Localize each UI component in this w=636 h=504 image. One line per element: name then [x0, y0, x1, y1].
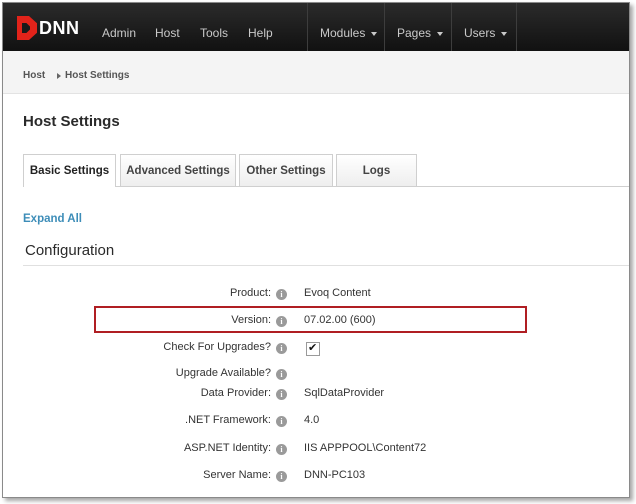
nav-users[interactable]: Users [464, 3, 508, 51]
nav-pages-label: Pages [397, 26, 432, 40]
server-name-label: Server Name: [203, 469, 271, 481]
nav-divider [516, 3, 517, 51]
server-name-value: DNN-PC103 [304, 469, 366, 481]
data-provider-value: SqlDataProvider [304, 387, 385, 399]
nav-modules-label: Modules [320, 26, 366, 40]
nav-pages[interactable]: Pages [397, 3, 444, 51]
tab-basic-settings[interactable]: Basic Settings [23, 154, 116, 187]
nav-help[interactable]: Help [248, 3, 273, 51]
check-for-upgrades-checkbox[interactable]: ✔ [306, 342, 320, 356]
chevron-right-icon [57, 73, 61, 79]
version-label: Version: [231, 314, 271, 326]
top-navbar: DNN Admin Host Tools Help Modules Pages … [3, 3, 629, 51]
dotnet-framework-value: 4.0 [304, 414, 320, 426]
dotnet-framework-label: .NET Framework: [185, 414, 271, 426]
section-title-configuration[interactable]: Configuration [25, 242, 114, 259]
upgrade-available-label: Upgrade Available? [175, 367, 271, 379]
info-icon[interactable]: i [276, 289, 287, 300]
nav-admin[interactable]: Admin [102, 3, 136, 51]
info-icon[interactable]: i [276, 389, 287, 400]
nav-divider [307, 3, 308, 51]
data-provider-label: Data Provider: [200, 387, 271, 399]
breadcrumb-host-link[interactable]: Host [23, 70, 45, 81]
tab-logs[interactable]: Logs [336, 154, 417, 186]
page-title: Host Settings [23, 113, 120, 130]
nav-tools[interactable]: Tools [200, 3, 228, 51]
section-divider [23, 265, 629, 266]
chevron-down-icon [371, 31, 378, 36]
nav-divider [451, 3, 452, 51]
info-icon[interactable]: i [276, 369, 287, 380]
dnn-logo-mark-icon [17, 16, 37, 40]
info-icon[interactable]: i [276, 444, 287, 455]
nav-users-label: Users [464, 26, 496, 40]
info-icon[interactable]: i [276, 343, 287, 354]
breadcrumb-current: Host Settings [65, 70, 130, 81]
info-icon[interactable]: i [276, 316, 287, 327]
info-icon[interactable]: i [276, 471, 287, 482]
dnn-window: DNN Admin Host Tools Help Modules Pages … [2, 2, 630, 498]
dnn-logo[interactable]: DNN [17, 14, 80, 42]
aspnet-identity-value: IIS APPPOOL\Content72 [304, 442, 427, 454]
dnn-logo-text: DNN [39, 18, 80, 38]
product-label: Product: [230, 287, 271, 299]
check-for-upgrades-label: Check For Upgrades? [163, 341, 271, 353]
breadcrumb: Host Host Settings [3, 51, 629, 94]
info-icon[interactable]: i [276, 416, 287, 427]
version-value: 07.02.00 (600) [304, 314, 376, 326]
nav-host[interactable]: Host [155, 3, 180, 51]
tab-other-settings[interactable]: Other Settings [239, 154, 333, 186]
nav-divider [384, 3, 385, 51]
product-value: Evoq Content [304, 287, 371, 299]
aspnet-identity-label: ASP.NET Identity: [183, 442, 271, 454]
chevron-down-icon [501, 31, 508, 36]
tab-advanced-settings[interactable]: Advanced Settings [120, 154, 236, 186]
nav-modules[interactable]: Modules [320, 3, 378, 51]
chevron-down-icon [437, 31, 444, 36]
checkmark-icon: ✔ [308, 342, 318, 354]
expand-all-link[interactable]: Expand All [23, 213, 82, 225]
